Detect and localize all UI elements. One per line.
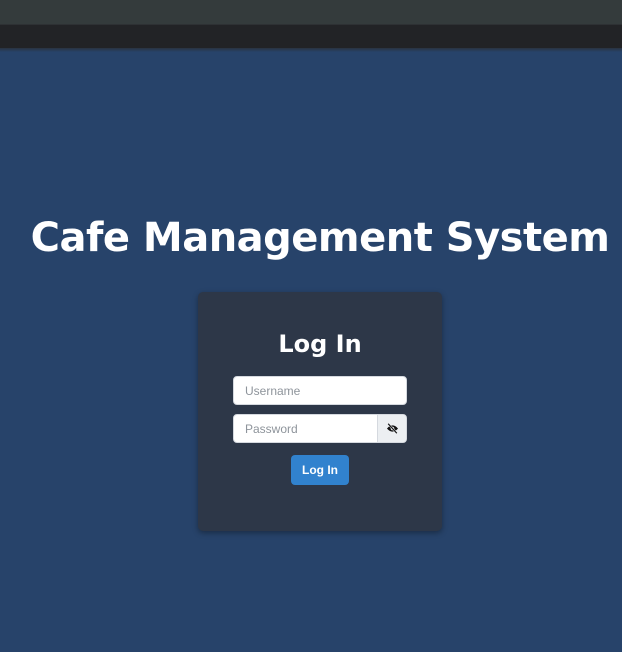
- login-button[interactable]: Log In: [291, 455, 349, 485]
- browser-chrome: [0, 0, 622, 24]
- toolbar-shadow: [0, 48, 622, 52]
- login-heading: Log In: [278, 330, 362, 358]
- eye-slash-icon: [386, 423, 398, 434]
- browser-toolbar: [0, 24, 622, 48]
- password-field-wrapper: [233, 414, 407, 443]
- username-field-wrapper: [233, 376, 407, 405]
- login-card: Log In Log In: [198, 292, 442, 531]
- toggle-password-visibility-button[interactable]: [377, 415, 406, 442]
- password-input[interactable]: [234, 415, 377, 442]
- page-title: Cafe Management System: [30, 215, 610, 261]
- username-input[interactable]: [234, 377, 406, 404]
